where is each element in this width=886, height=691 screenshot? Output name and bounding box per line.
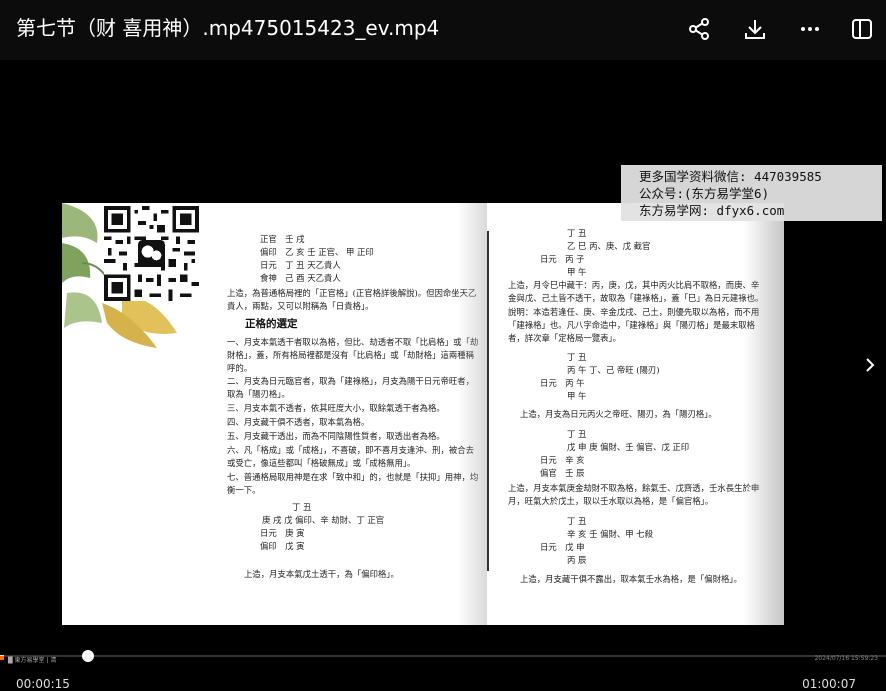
bazi-chart-line: 偏印 戊 寅 bbox=[260, 541, 305, 551]
rule-item: 三、月支本氣不透者，依其旺度大小，取餘氣透干者為格。 bbox=[227, 403, 445, 413]
paragraph: 上造，月令巳中藏干：丙，庚，戊，其中丙火比肩不取格，而庚、辛金與戊、己土皆不透干… bbox=[508, 280, 764, 303]
page-shadow bbox=[457, 203, 487, 625]
player-controls: █ 東方易學堂 | 清 2024/07/16 15:59:23 00:00:15… bbox=[0, 650, 886, 691]
bazi-chart-line: 日元 辛 亥 bbox=[540, 455, 585, 465]
bazi-chart-line: 食神 己 酉 天乙貴人 bbox=[260, 273, 341, 283]
bazi-chart-line: 甲 午 bbox=[567, 267, 587, 277]
rule-item: 四、月支藏干俱不透者，取本氣為格。 bbox=[227, 417, 370, 427]
paragraph: 上造，月支藏干俱不露出，取本氣壬水為格，是「偏財格」。 bbox=[520, 574, 742, 584]
bazi-chart-line: 戊 申 庚 偏財、壬 偏官、戊 正印 bbox=[567, 442, 690, 452]
paragraph: 上造，月支為日元丙火之帝旺、陽刃，為「陽刃格」。 bbox=[520, 409, 717, 419]
title-bar: 第七节（财 喜用神）.mp475015423_ev.mp4 bbox=[0, 0, 886, 60]
more-button[interactable] bbox=[793, 12, 827, 46]
side-panel-button[interactable] bbox=[845, 12, 879, 46]
qr-code bbox=[104, 206, 199, 301]
bazi-chart-line: 丁 丑 bbox=[567, 352, 587, 362]
watermark-line: 更多国学资料微信: 447039585 bbox=[639, 169, 822, 184]
section-heading: 正格的選定 bbox=[245, 318, 298, 330]
bazi-chart-line: 丁 丑 bbox=[567, 228, 587, 238]
scanned-book-page: 正官 壬 戌 偏印 乙 亥 壬 正官、 甲 正印 日元 丁 丑 天乙貴人 食神 … bbox=[62, 203, 784, 625]
bazi-chart-line: 丙 午 丁、己 帝旺 (陽刃) bbox=[567, 365, 660, 375]
seek-bar[interactable] bbox=[0, 650, 886, 662]
current-time: 00:00:15 bbox=[16, 677, 70, 691]
rule-item: 五、月支藏干透出，而為不同陰陽性質者，取透出者為格。 bbox=[227, 431, 445, 441]
bazi-chart-line: 辛 亥 壬 偏財、甲 七殺 bbox=[567, 529, 654, 539]
paragraph: 說明：本造若逢任、庚、辛金戊戌、己土，則優先取以為格，而不用「建祿格」也。凡八字… bbox=[508, 307, 760, 343]
bazi-chart-line: 偏官 壬 辰 bbox=[540, 468, 585, 478]
left-page: 正官 壬 戌 偏印 乙 亥 壬 正官、 甲 正印 日元 丁 丑 天乙貴人 食神 … bbox=[62, 203, 492, 625]
bazi-chart-line: 丁 丑 bbox=[567, 516, 587, 526]
bazi-chart-line: 乙 巳 丙、庚、戊 截官 bbox=[567, 241, 651, 251]
rule-item: 一、月支本氣透干者取以為格，但比、劫透者不取「比肩格」或「劫財格」，蓋，所有格局… bbox=[227, 337, 479, 373]
bazi-chart-line: 日元 丙 午 bbox=[540, 378, 585, 388]
bazi-chart-line: 日元 庚 寅 bbox=[260, 528, 305, 538]
bazi-chart-line: 丙 辰 bbox=[567, 555, 587, 565]
page-shadow bbox=[744, 203, 784, 625]
book-spine bbox=[487, 231, 489, 571]
paragraph: 上造，為普通格局裡的「正官格」(正官格詳後解說)。但因命坐天乙貴人，兩點，又可以… bbox=[227, 288, 477, 311]
paragraph: 上造，月支本氣戊土透干，為「偏印格」。 bbox=[244, 569, 399, 579]
watermark-overlay: 更多国学资料微信: 447039585 公众号:(东方易学堂6) 东方易学网: … bbox=[621, 165, 882, 221]
bazi-chart-line: 丁 丑 bbox=[567, 429, 587, 439]
seek-thumb[interactable] bbox=[82, 650, 94, 662]
share-button[interactable] bbox=[682, 12, 716, 46]
paragraph: 上造，月支本氣庚金劫財不取為格，餘氣壬、戊齊透，壬水長生於申月，旺氣大於戊土，取… bbox=[508, 483, 760, 506]
video-viewport[interactable]: 正官 壬 戌 偏印 乙 亥 壬 正官、 甲 正印 日元 丁 丑 天乙貴人 食神 … bbox=[0, 60, 886, 655]
watermark-line: 东方易学网: dfyx6.com bbox=[639, 203, 785, 218]
bazi-chart-line: 庚 戌 戊 偏印、辛 劫財、丁 正官 bbox=[262, 515, 385, 525]
chevron-right-icon bbox=[866, 358, 875, 372]
bazi-chart-line: 日元 丁 丑 天乙貴人 bbox=[260, 260, 341, 270]
rule-item: 七、普通格局取用神是在求「致中和」的，也就是「扶抑」用神，均衡一下。 bbox=[227, 472, 479, 495]
download-icon bbox=[745, 20, 765, 39]
rule-item: 二、月支為日元臨官者，取為「建祿格」，月支為陽干日元帝旺者，取為「陽刃格」。 bbox=[227, 376, 475, 399]
bazi-chart-line: 甲 午 bbox=[567, 391, 587, 401]
duration: 01:00:07 bbox=[802, 677, 856, 691]
recording-timestamp: 2024/07/16 15:59:23 bbox=[814, 655, 878, 662]
rule-item: 六、凡「格成」或「成格」，不喜破，即不喜月支逢沖、刑，被合去或受亡，像這些都叫「… bbox=[227, 445, 475, 468]
bazi-chart-line: 丁 丑 bbox=[292, 502, 312, 512]
video-title: 第七节（财 喜用神）.mp475015423_ev.mp4 bbox=[16, 16, 440, 40]
watermark-line: 公众号:(东方易学堂6) bbox=[639, 186, 770, 201]
next-button[interactable] bbox=[860, 350, 880, 380]
download-button[interactable] bbox=[738, 12, 772, 46]
more-icon bbox=[801, 27, 819, 31]
right-page: 丁 丑 乙 巳 丙、庚、戊 截官 日元 丙 子 甲 午 上造，月令巳中藏干：丙，… bbox=[492, 203, 784, 625]
channel-info: █ 東方易學堂 | 清 bbox=[8, 657, 57, 664]
bazi-chart-line: 正官 壬 戌 bbox=[260, 234, 305, 244]
bazi-chart-line: 日元 戊 申 bbox=[540, 542, 585, 552]
bazi-chart-line: 日元 丙 子 bbox=[540, 254, 585, 264]
bazi-chart-line: 偏印 乙 亥 壬 正官、 甲 正印 bbox=[260, 247, 374, 257]
share-icon bbox=[689, 18, 709, 40]
panel-icon bbox=[852, 19, 872, 39]
channel-logo bbox=[0, 656, 4, 660]
